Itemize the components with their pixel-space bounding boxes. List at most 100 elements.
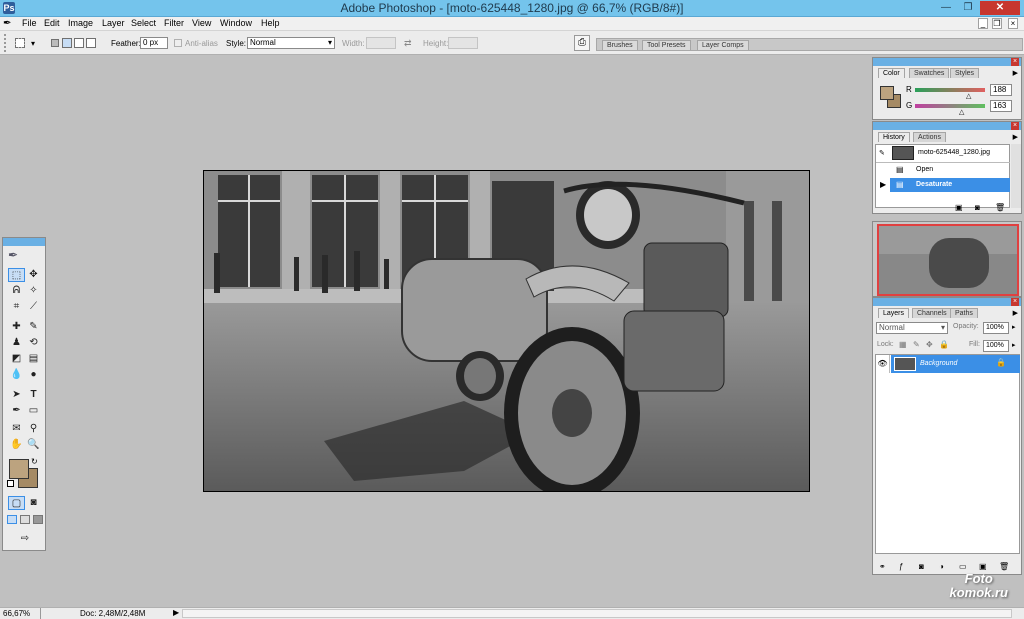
tab-layers[interactable]: Layers [878, 308, 910, 318]
horizontal-scrollbar[interactable] [182, 609, 1012, 618]
slice-tool-icon[interactable]: ⟋ [25, 300, 42, 314]
opacity-arrow-icon[interactable]: ▸ [1012, 323, 1016, 331]
new-document-icon[interactable]: ▣ [955, 203, 963, 212]
status-menu-arrow-icon[interactable]: ▶ [173, 608, 179, 617]
close-icon[interactable]: × [1011, 58, 1019, 66]
r-slider[interactable] [915, 88, 985, 92]
menu-view[interactable]: View [192, 18, 211, 28]
marquee-tool-icon[interactable]: ⬚ [8, 268, 25, 282]
lock-position-icon[interactable]: ✥ [926, 340, 933, 349]
close-icon[interactable]: × [1011, 298, 1019, 306]
snapshot-icon[interactable]: ◙ [975, 203, 980, 212]
marquee-preset-icon[interactable] [15, 38, 25, 48]
adobe-feather-logo[interactable]: ✒ [8, 248, 40, 262]
add-selection-icon[interactable] [62, 38, 72, 48]
tab-actions[interactable]: Actions [913, 132, 946, 142]
default-colors-icon[interactable] [7, 480, 14, 487]
screen-mode-full-icon[interactable] [33, 515, 43, 524]
move-tool-icon[interactable]: ✥ [25, 268, 42, 282]
foreground-color-swatch[interactable] [9, 459, 29, 479]
panel-menu-icon[interactable]: ▶ [1013, 69, 1018, 77]
trash-icon[interactable]: 🗑 [995, 203, 1005, 212]
layer-name[interactable]: Background [920, 360, 957, 367]
menu-filter[interactable]: Filter [164, 18, 184, 28]
clone-stamp-icon[interactable]: ♟ [8, 336, 25, 350]
r-input[interactable]: 188 [990, 84, 1012, 96]
feather-input[interactable]: 0 px [140, 37, 168, 49]
layer-mask-icon[interactable]: ◙ [919, 562, 924, 571]
opacity-input[interactable]: 100% [983, 322, 1009, 334]
menu-help[interactable]: Help [261, 18, 280, 28]
adjustment-layer-icon[interactable]: ◑ [939, 562, 944, 571]
tab-swatches[interactable]: Swatches [909, 68, 950, 78]
tab-styles[interactable]: Styles [950, 68, 980, 78]
screen-mode-menubar-icon[interactable] [20, 515, 30, 524]
fill-input[interactable]: 100% [983, 340, 1009, 352]
gradient-tool-icon[interactable]: ▤ [25, 352, 42, 366]
g-slider[interactable] [915, 104, 985, 108]
color-fg-swatch[interactable] [880, 86, 894, 100]
shape-tool-icon[interactable]: ▭ [25, 404, 42, 418]
well-tab-tool-presets[interactable]: Tool Presets [642, 40, 691, 50]
path-selection-icon[interactable]: ➤ [8, 388, 25, 402]
tab-paths[interactable]: Paths [950, 308, 978, 318]
lasso-tool-icon[interactable]: ᕱ [8, 284, 25, 298]
navigator-preview[interactable] [877, 224, 1019, 296]
style-select[interactable]: Normal ▾ [247, 37, 335, 49]
jump-to-imageready-icon[interactable]: ⇨ [11, 532, 39, 546]
screen-mode-standard-icon[interactable] [7, 515, 17, 524]
blend-mode-select[interactable]: Normal ▾ [876, 322, 948, 334]
new-group-icon[interactable]: ▭ [959, 562, 967, 571]
ps-feather-icon[interactable]: ✒ [3, 18, 15, 29]
new-selection-icon[interactable] [51, 39, 59, 47]
new-layer-icon[interactable]: ▣ [979, 562, 987, 571]
eye-visibility-icon[interactable]: 👁 [876, 355, 890, 373]
menu-layer[interactable]: Layer [102, 18, 125, 28]
healing-brush-icon[interactable]: ✚ [8, 320, 25, 334]
well-tab-layer-comps[interactable]: Layer Comps [697, 40, 749, 50]
history-scrollbar[interactable] [1011, 144, 1021, 208]
menu-file[interactable]: File [22, 18, 37, 28]
history-brush-icon[interactable]: ⟲ [25, 336, 42, 350]
history-brush-icon[interactable]: ▶ [880, 180, 886, 189]
hand-tool-icon[interactable]: ✋ [8, 438, 25, 452]
menu-image[interactable]: Image [68, 18, 93, 28]
notes-tool-icon[interactable]: ✉ [8, 422, 25, 436]
lock-transparency-icon[interactable]: ▦ [899, 340, 907, 349]
panel-menu-icon[interactable]: ▶ [1013, 133, 1018, 141]
doc-minimize-icon[interactable]: _ [978, 18, 988, 29]
swap-colors-icon[interactable]: ↻ [31, 457, 38, 466]
doc-close-icon[interactable]: × [1008, 18, 1018, 29]
link-layers-icon[interactable]: ⚭ [879, 562, 886, 571]
menu-edit[interactable]: Edit [44, 18, 60, 28]
menu-select[interactable]: Select [131, 18, 156, 28]
crop-tool-icon[interactable]: ⌗ [8, 300, 25, 314]
close-icon[interactable]: × [1011, 122, 1019, 130]
history-brush-source-icon[interactable]: ✎ [879, 149, 885, 157]
file-browser-icon[interactable]: ⎙ [574, 35, 590, 51]
zoom-level[interactable]: 66,67% [3, 609, 30, 618]
intersect-selection-icon[interactable] [86, 38, 96, 48]
tab-channels[interactable]: Channels [912, 308, 952, 318]
eyedropper-icon[interactable]: ⚲ [25, 422, 42, 436]
type-tool-icon[interactable]: T [25, 388, 42, 402]
delete-layer-icon[interactable]: 🗑 [999, 562, 1009, 571]
document-canvas[interactable] [203, 170, 810, 492]
pen-tool-icon[interactable]: ✒ [8, 404, 25, 418]
lock-all-icon[interactable]: 🔒 [939, 340, 949, 349]
snapshot-name[interactable]: moto-625448_1280.jpg [918, 149, 990, 156]
blur-tool-icon[interactable]: 💧 [8, 368, 25, 382]
chevron-down-icon[interactable]: ▾ [31, 39, 35, 48]
fill-arrow-icon[interactable]: ▸ [1012, 341, 1016, 349]
tab-history[interactable]: History [878, 132, 910, 142]
well-tab-brushes[interactable]: Brushes [602, 40, 638, 50]
g-input[interactable]: 163 [990, 100, 1012, 112]
close-button[interactable]: ✕ [980, 1, 1020, 15]
subtract-selection-icon[interactable] [74, 38, 84, 48]
restore-button[interactable]: ❐ [958, 1, 978, 15]
eraser-tool-icon[interactable]: ◩ [8, 352, 25, 366]
minimize-button[interactable]: — [936, 1, 956, 15]
g-slider-thumb[interactable]: △ [959, 108, 964, 116]
tab-color[interactable]: Color [878, 68, 905, 78]
r-slider-thumb[interactable]: △ [966, 92, 971, 100]
